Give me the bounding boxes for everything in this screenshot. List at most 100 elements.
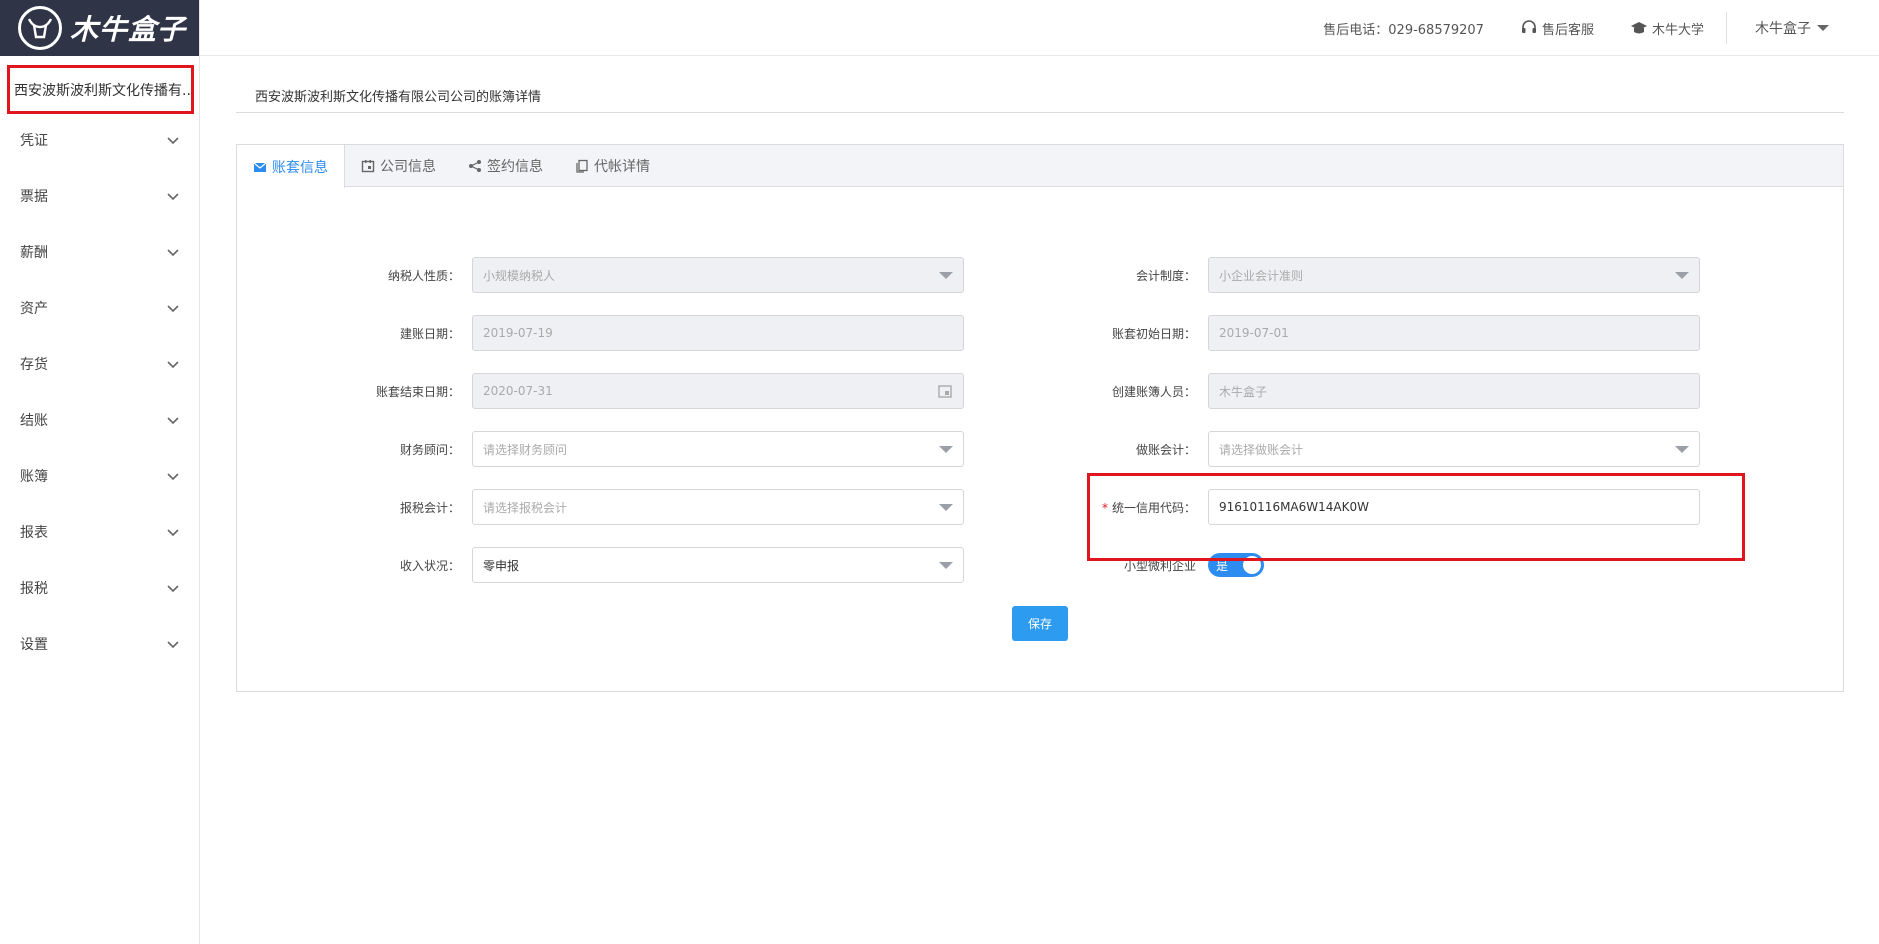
- dropdown-caret-icon: [939, 271, 953, 279]
- form-row-creator: 创建账簿人员： 木牛盒子: [1058, 373, 1700, 409]
- header-divider: [1726, 12, 1727, 44]
- bookkeeper-select[interactable]: 请选择做账会计: [1208, 431, 1700, 467]
- form-row-end-date: 账套结束日期： 2020-07-31: [322, 373, 964, 409]
- sidebar-item-label: 票据: [20, 189, 48, 205]
- sidebar-item-label: 结账: [20, 413, 48, 429]
- calendar-icon: [361, 159, 375, 172]
- accounting-system-select[interactable]: 小企业会计准则: [1208, 257, 1700, 293]
- form-row-setup-date: 建账日期： 2019-07-19: [322, 315, 964, 351]
- creator-field[interactable]: 木牛盒子: [1208, 373, 1700, 409]
- graduation-cap-icon: [1630, 22, 1647, 34]
- sidebar: 木牛盒子 西安波斯波利斯文化传播有... 凭证 票据 薪酬 资产 存货 结账 账…: [0, 0, 200, 944]
- accounting-system-value: 小企业会计准则: [1219, 268, 1304, 283]
- form-row-finance-advisor: 财务顾问： 请选择财务顾问: [322, 431, 964, 467]
- setup-date-value: 2019-07-19: [483, 326, 553, 340]
- logo[interactable]: 木牛盒子: [0, 0, 199, 56]
- app-root: 木牛盒子 西安波斯波利斯文化传播有... 凭证 票据 薪酬 资产 存货 结账 账…: [0, 0, 1879, 944]
- chevron-down-icon: [167, 249, 179, 257]
- sidebar-item-label: 薪酬: [20, 245, 48, 261]
- org-selector[interactable]: 西安波斯波利斯文化传播有...: [7, 65, 194, 114]
- tab-agency-detail[interactable]: 代帐详情: [559, 145, 666, 186]
- form-row-start-date: 账套初始日期： 2019-07-01: [1058, 315, 1700, 351]
- tab-label: 账套信息: [272, 159, 328, 176]
- sidebar-item-reports[interactable]: 报表: [0, 504, 200, 560]
- chevron-down-icon: [167, 305, 179, 313]
- dropdown-caret-icon: [939, 503, 953, 511]
- user-menu[interactable]: 木牛盒子: [1755, 18, 1829, 38]
- bookkeeper-label: 做账会计：: [1135, 442, 1196, 457]
- taxpayer-type-select[interactable]: 小规模纳税人: [472, 257, 964, 293]
- tab-bar: 账套信息 公司信息 签约信息 代帐详情: [237, 145, 1843, 188]
- finance-advisor-select[interactable]: 请选择财务顾问: [472, 431, 964, 467]
- end-date-picker[interactable]: 2020-07-31: [472, 373, 964, 409]
- sidebar-item-tax[interactable]: 报税: [0, 560, 200, 616]
- finance-advisor-placeholder: 请选择财务顾问: [483, 442, 568, 457]
- sidebar-item-label: 报税: [20, 581, 48, 597]
- sidebar-item-label: 凭证: [20, 133, 48, 149]
- top-header: 售后电话：029-68579207 售后客服 木牛大学 木牛盒子: [200, 0, 1879, 56]
- tab-label: 代帐详情: [594, 158, 650, 175]
- support-phone: 售后电话：029-68579207: [1323, 22, 1484, 38]
- sidebar-item-label: 报表: [20, 525, 48, 541]
- dropdown-caret-icon: [939, 445, 953, 453]
- caret-down-icon: [1817, 25, 1829, 31]
- form-row-taxpayer: 纳税人性质： 小规模纳税人: [322, 257, 964, 293]
- tab-company-info[interactable]: 公司信息: [345, 145, 452, 186]
- chevron-down-icon: [167, 361, 179, 369]
- setup-date-label: 建账日期：: [399, 326, 460, 341]
- calendar-icon: [938, 385, 952, 398]
- credit-code-highlight: [1087, 473, 1745, 561]
- tab-label: 签约信息: [487, 158, 543, 175]
- taxpayer-type-label: 纳税人性质：: [387, 268, 460, 283]
- title-divider: [236, 112, 1844, 113]
- tax-accountant-label: 报税会计：: [399, 500, 460, 515]
- end-date-label: 账套结束日期：: [375, 384, 460, 399]
- end-date-value: 2020-07-31: [483, 384, 553, 398]
- sidebar-item-label: 设置: [20, 637, 48, 653]
- tax-accountant-select[interactable]: 请选择报税会计: [472, 489, 964, 525]
- support-chat-link[interactable]: 售后客服: [1520, 19, 1594, 38]
- university-label: 木牛大学: [1651, 22, 1704, 38]
- envelope-icon: [253, 162, 267, 172]
- sidebar-item-assets[interactable]: 资产: [0, 280, 200, 336]
- income-status-label: 收入状况：: [399, 558, 460, 573]
- chevron-down-icon: [167, 473, 179, 481]
- income-status-select[interactable]: 零申报: [472, 547, 964, 583]
- chevron-down-icon: [167, 529, 179, 537]
- sidebar-item-inventory[interactable]: 存货: [0, 336, 200, 392]
- university-link[interactable]: 木牛大学: [1630, 19, 1704, 38]
- sidebar-item-ledger[interactable]: 账簿: [0, 448, 200, 504]
- sidebar-item-voucher[interactable]: 凭证: [0, 112, 200, 168]
- tab-account-info[interactable]: 账套信息: [237, 145, 345, 188]
- taxpayer-type-value: 小规模纳税人: [483, 268, 556, 283]
- finance-advisor-label: 财务顾问：: [399, 442, 460, 457]
- sidebar-nav: 凭证 票据 薪酬 资产 存货 结账 账簿 报表 报税 设置: [0, 112, 200, 672]
- headset-icon: [1521, 20, 1536, 33]
- sidebar-item-salary[interactable]: 薪酬: [0, 224, 200, 280]
- accounting-system-label: 会计制度：: [1135, 268, 1196, 283]
- form-row-bookkeeper: 做账会计： 请选择做账会计: [1058, 431, 1700, 467]
- tab-contract-info[interactable]: 签约信息: [452, 145, 559, 186]
- copy-icon: [576, 159, 588, 173]
- start-date-label: 账套初始日期：: [1111, 326, 1196, 341]
- save-button[interactable]: 保存: [1012, 606, 1068, 641]
- sidebar-item-closing[interactable]: 结账: [0, 392, 200, 448]
- tab-label: 公司信息: [380, 158, 436, 175]
- support-chat-label: 售后客服: [1541, 22, 1594, 38]
- chevron-down-icon: [167, 193, 179, 201]
- dropdown-caret-icon: [939, 561, 953, 569]
- dropdown-caret-icon: [1675, 271, 1689, 279]
- chevron-down-icon: [167, 585, 179, 593]
- sidebar-item-invoice[interactable]: 票据: [0, 168, 200, 224]
- bookkeeper-placeholder: 请选择做账会计: [1219, 442, 1304, 457]
- user-name: 木牛盒子: [1755, 21, 1811, 37]
- start-date-field[interactable]: 2019-07-01: [1208, 315, 1700, 351]
- form-row-tax-accountant: 报税会计： 请选择报税会计: [322, 489, 964, 525]
- setup-date-field[interactable]: 2019-07-19: [472, 315, 964, 351]
- tax-accountant-placeholder: 请选择报税会计: [483, 500, 568, 515]
- sidebar-item-label: 账簿: [20, 469, 48, 485]
- sidebar-item-settings[interactable]: 设置: [0, 616, 200, 672]
- creator-label: 创建账簿人员：: [1111, 384, 1196, 399]
- chevron-down-icon: [167, 417, 179, 425]
- header-right: 售后电话：029-68579207 售后客服 木牛大学 木牛盒子: [1287, 0, 1829, 56]
